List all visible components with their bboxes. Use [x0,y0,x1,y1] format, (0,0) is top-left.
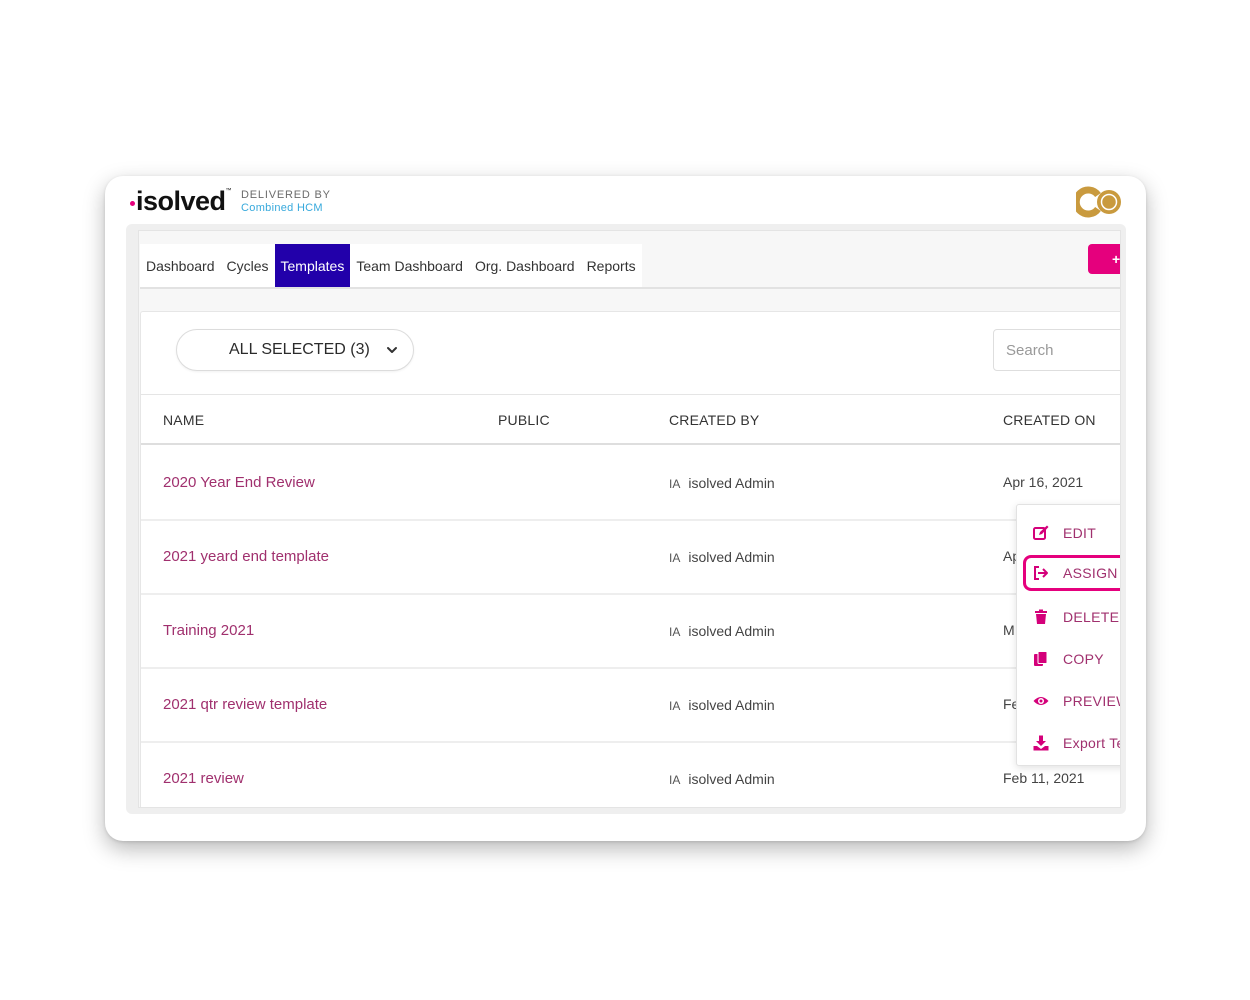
menu-item-label: Export Te [1063,735,1121,751]
creator-name: isolved Admin [688,623,775,639]
delivered-by-block: DELIVERED BY Combined HCM [241,189,331,214]
creator-name: isolved Admin [688,549,775,565]
app-frame: Dashboard Cycles Templates Team Dashboar… [126,224,1126,814]
add-template-button[interactable]: + [1088,244,1121,274]
avatar-initials: IA [669,773,681,787]
chevron-down-icon [387,347,397,353]
menu-item-preview[interactable]: PREVIEW [1017,683,1120,719]
column-header-name[interactable]: NAME [163,412,204,428]
menu-item-label: DELETE [1063,609,1120,625]
created-by-cell: IA isolved Admin [669,771,775,787]
table-row[interactable]: 2020 Year End Review IA isolved Admin Apr… [141,447,1120,521]
table-row[interactable]: 2021 review IA isolved Admin Feb 11, 2021 [141,743,1120,807]
column-header-public[interactable]: PUBLIC [498,412,550,428]
row-actions-menu: EDIT ASSIGN DELETE COPY PREVIE Export Te [1016,504,1121,766]
template-name-link[interactable]: 2021 qtr review template [163,696,327,713]
tab-templates[interactable]: Templates [274,244,351,287]
avatar-initials: IA [669,477,681,491]
menu-item-label: EDIT [1063,525,1097,541]
creator-name: isolved Admin [688,475,775,491]
menu-item-assign[interactable]: ASSIGN [1023,555,1120,591]
delivered-by-label: DELIVERED BY [241,188,331,201]
filter-dropdown[interactable]: ALL SELECTED (3) [176,329,414,371]
download-icon [1033,735,1049,751]
tab-cycles[interactable]: Cycles [221,244,275,287]
tab-org-dashboard[interactable]: Org. Dashboard [469,244,581,287]
table-row[interactable]: 2021 yeard end template IA isolved Admin … [141,521,1120,595]
tab-team-dashboard[interactable]: Team Dashboard [350,244,469,287]
created-on-cell: Feb 11, 2021 [1003,770,1085,786]
partner-name: Combined HCM [241,201,323,214]
filter-label: ALL SELECTED (3) [229,341,370,358]
tab-reports[interactable]: Reports [581,244,642,287]
creator-name: isolved Admin [688,771,775,787]
nav-tabs: Dashboard Cycles Templates Team Dashboar… [140,244,642,287]
column-header-created-by[interactable]: CREATED BY [669,412,759,428]
tabs-divider [140,287,1120,289]
menu-item-label: PREVIEW [1063,693,1120,709]
created-by-cell: IA isolved Admin [669,475,775,491]
created-by-cell: IA isolved Admin [669,623,775,639]
avatar-initials: IA [669,625,681,639]
search-input[interactable] [993,329,1120,371]
menu-item-label: ASSIGN [1063,565,1118,581]
assign-icon [1034,566,1048,580]
app-window: Dashboard Cycles Templates Team Dashboar… [138,230,1121,808]
logo-text: isolved [136,186,226,216]
eye-icon [1033,697,1049,705]
isolved-logo: isolved™ [130,186,232,216]
screenshot-card: isolved™ DELIVERED BY Combined HCM Dashb… [105,176,1146,841]
menu-item-copy[interactable]: COPY [1017,641,1120,677]
template-name-link[interactable]: 2020 Year End Review [163,474,315,491]
co-logo-icon [1076,186,1121,218]
table-row[interactable]: Training 2021 IA isolved Admin M [141,595,1120,669]
created-by-cell: IA isolved Admin [669,549,775,565]
created-by-cell: IA isolved Admin [669,697,775,713]
table-header: NAME PUBLIC CREATED BY CREATED ON [141,395,1120,445]
trash-icon [1035,609,1047,624]
brand-header: isolved™ DELIVERED BY Combined HCM [130,188,331,215]
column-header-created-on[interactable]: CREATED ON [1003,412,1096,428]
template-name-link[interactable]: Training 2021 [163,622,254,639]
menu-item-edit[interactable]: EDIT [1017,515,1120,551]
tab-dashboard[interactable]: Dashboard [140,244,221,287]
menu-item-label: COPY [1063,651,1104,667]
logo-dot-icon [130,201,135,206]
creator-name: isolved Admin [688,697,775,713]
trademark: ™ [225,188,232,194]
template-name-link[interactable]: 2021 review [163,770,244,787]
edit-icon [1033,525,1049,540]
created-on-cell: M [1003,622,1015,638]
template-name-link[interactable]: 2021 yeard end template [163,548,329,565]
table-row[interactable]: 2021 qtr review template IA isolved Admin… [141,669,1120,743]
avatar-initials: IA [669,551,681,565]
menu-item-delete[interactable]: DELETE [1017,599,1120,635]
copy-icon [1034,651,1048,666]
templates-panel: ALL SELECTED (3) NAME PUBLIC CREATED BY … [140,311,1121,807]
menu-item-export[interactable]: Export Te [1017,725,1121,761]
created-on-cell: Apr 16, 2021 [1003,474,1084,490]
plus-icon: + [1112,251,1121,267]
avatar-initials: IA [669,699,681,713]
